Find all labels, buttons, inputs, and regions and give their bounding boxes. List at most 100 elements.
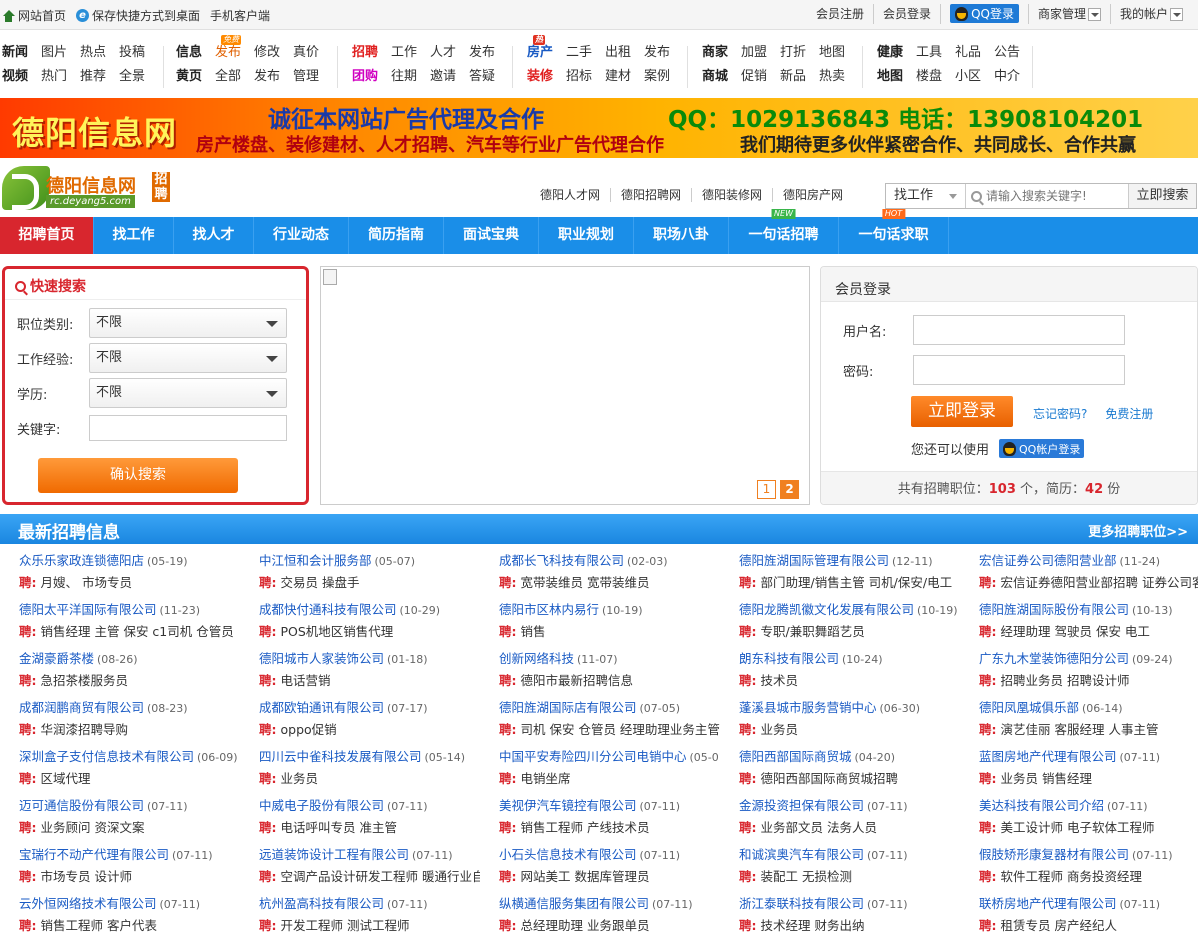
job-positions[interactable]: 专职/兼职舞蹈艺员	[761, 624, 865, 639]
nav-link[interactable]: 视频	[2, 68, 28, 85]
job-positions[interactable]: 招聘业务员 招聘设计师	[1001, 673, 1130, 688]
more-jobs-link[interactable]: 更多招聘职位>>	[1088, 521, 1188, 540]
company-link[interactable]: 金湖豪爵茶楼	[19, 651, 94, 666]
company-link[interactable]: 广东九木堂装饰德阳分公司	[979, 651, 1129, 666]
nav-link[interactable]: 热点	[80, 44, 106, 61]
nav-link[interactable]: 人才	[430, 44, 456, 61]
site-link[interactable]: 德阳装修网	[692, 188, 774, 202]
company-link[interactable]: 德阳凤凰城俱乐部	[979, 700, 1079, 715]
nav-link[interactable]: 邀请	[430, 68, 456, 85]
site-link[interactable]: 德阳房产网	[773, 188, 853, 202]
nav-link[interactable]: 招聘	[352, 44, 378, 61]
nav-link[interactable]: 楼盘	[916, 68, 942, 85]
company-link[interactable]: 联桥房地产代理有限公司	[979, 896, 1117, 911]
education-select[interactable]: 不限	[89, 378, 287, 408]
job-positions[interactable]: 交易员 操盘手	[281, 575, 360, 590]
company-link[interactable]: 成都长飞科技有限公司	[499, 553, 624, 568]
job-positions[interactable]: 电销坐席	[521, 771, 571, 786]
company-link[interactable]: 朗东科技有限公司	[739, 651, 839, 666]
nav-link[interactable]: 中介	[994, 68, 1020, 85]
job-positions[interactable]: 业务员	[761, 722, 799, 737]
username-field[interactable]	[913, 315, 1125, 345]
nav-link[interactable]: 全部	[215, 68, 241, 85]
nav-link[interactable]: 推荐	[80, 68, 106, 85]
nav-link[interactable]: 发布	[644, 44, 670, 61]
nav-link[interactable]: 投稿	[119, 44, 145, 61]
job-positions[interactable]: 租赁专员 房产经纪人	[1001, 918, 1117, 933]
nav-link[interactable]: 管理	[293, 68, 319, 85]
site-logo[interactable]: 德阳信息网 招聘 rc.deyang5.com	[2, 166, 172, 212]
nav-tab-industry[interactable]: 行业动态	[254, 217, 349, 254]
nav-tab-find-talent[interactable]: 找人才	[174, 217, 254, 254]
nav-link[interactable]: 新品	[780, 68, 806, 85]
nav-tab-find-job[interactable]: 找工作	[94, 217, 174, 254]
pager-button-active[interactable]: 2	[780, 480, 799, 499]
job-positions[interactable]: POS机地区销售代理	[281, 624, 394, 639]
company-link[interactable]: 创新网络科技	[499, 651, 574, 666]
forgot-password-link[interactable]: 忘记密码?	[1033, 405, 1087, 422]
company-link[interactable]: 美达科技有限公司介绍	[979, 798, 1104, 813]
nav-link[interactable]: 热门	[41, 68, 67, 85]
nav-link[interactable]: 礼品	[955, 44, 981, 61]
job-positions[interactable]: 电话呼叫专员 准主管	[281, 820, 397, 835]
company-link[interactable]: 迈可通信股份有限公司	[19, 798, 144, 813]
company-link[interactable]: 众乐乐家政连锁德阳店	[19, 553, 144, 568]
qq-login-button[interactable]: QQ登录	[950, 4, 1019, 23]
nav-link[interactable]: 装修	[527, 68, 553, 85]
job-positions[interactable]: 宏信证券德阳营业部招聘 证券公司客	[1001, 575, 1198, 590]
company-link[interactable]: 四川云中雀科技发展有限公司	[259, 749, 422, 764]
nav-link[interactable]: 地图	[877, 68, 903, 85]
job-positions[interactable]: 德阳西部国际商贸城招聘	[761, 771, 899, 786]
nav-tab-gossip[interactable]: 职场八卦	[634, 217, 729, 254]
job-positions[interactable]: 电话营销	[281, 673, 331, 688]
category-select[interactable]: 不限	[89, 308, 287, 338]
nav-tab-quick-seek[interactable]: HOT 一句话求职	[839, 209, 949, 254]
login-link[interactable]: 会员登录	[874, 4, 942, 24]
company-link[interactable]: 德阳太平洋国际有限公司	[19, 602, 157, 617]
job-positions[interactable]: 美工设计师 电子软体工程师	[1001, 820, 1155, 835]
job-positions[interactable]: 德阳市最新招聘信息	[521, 673, 634, 688]
job-positions[interactable]: 总经理助理 业务跟单员	[521, 918, 650, 933]
job-positions[interactable]: 经理助理 驾驶员 保安 电工	[1001, 624, 1150, 639]
job-positions[interactable]: 销售工程师 客户代表	[41, 918, 157, 933]
job-positions[interactable]: 月嫂、 市场专员	[41, 575, 132, 590]
nav-link[interactable]: 商家	[702, 44, 728, 61]
job-positions[interactable]: 急招茶楼服务员	[41, 673, 129, 688]
nav-link[interactable]: 商城	[702, 68, 728, 85]
nav-tab-resume-guide[interactable]: 简历指南	[349, 217, 444, 254]
company-link[interactable]: 金源投资担保有限公司	[739, 798, 864, 813]
job-positions[interactable]: 部门助理/销售主管 司机/保安/电工	[761, 575, 953, 590]
free-register-link[interactable]: 免费注册	[1105, 405, 1153, 422]
company-link[interactable]: 中江恒和会计服务部	[259, 553, 372, 568]
job-positions[interactable]: 网站美工 数据库管理员	[521, 869, 650, 884]
nav-link[interactable]: 免费 发布	[215, 35, 241, 61]
experience-select[interactable]: 不限	[89, 343, 287, 373]
my-account-menu[interactable]: 我的帐户	[1111, 4, 1192, 24]
company-link[interactable]: 中国平安寿险四川分公司电销中心	[499, 749, 687, 764]
nav-link[interactable]: 出租	[605, 44, 631, 61]
save-shortcut-link[interactable]: e 保存快捷方式到桌面	[76, 7, 200, 24]
keyword-input[interactable]	[89, 415, 287, 441]
nav-link[interactable]: 往期	[391, 68, 417, 85]
company-link[interactable]: 蓬溪县城市服务营销中心	[739, 700, 877, 715]
nav-link[interactable]: 小区	[955, 68, 981, 85]
merchant-menu[interactable]: 商家管理	[1029, 4, 1111, 24]
company-link[interactable]: 德阳旌湖国际股份有限公司	[979, 602, 1129, 617]
nav-link[interactable]: 工具	[916, 44, 942, 61]
company-link[interactable]: 宏信证券公司德阳营业部	[979, 553, 1117, 568]
company-link[interactable]: 成都润鹏商贸有限公司	[19, 700, 144, 715]
company-link[interactable]: 美视伊汽车镜控有限公司	[499, 798, 637, 813]
company-link[interactable]: 宝瑞行不动产代理有限公司	[19, 847, 169, 862]
job-positions[interactable]: 司机 保安 仓管员 经理助理业务主管	[521, 722, 720, 737]
company-link[interactable]: 中威电子股份有限公司	[259, 798, 384, 813]
nav-link[interactable]: 黄页	[176, 68, 202, 85]
company-link[interactable]: 云外恒网络技术有限公司	[19, 896, 157, 911]
job-positions[interactable]: 软件工程师 商务投资经理	[1001, 869, 1142, 884]
nav-link[interactable]: 全景	[119, 68, 145, 85]
company-link[interactable]: 成都欧铂通讯有限公司	[259, 700, 384, 715]
company-link[interactable]: 德阳市区林内易行	[499, 602, 599, 617]
job-positions[interactable]: 技术经理 财务出纳	[761, 918, 865, 933]
company-link[interactable]: 浙江泰联科技有限公司	[739, 896, 864, 911]
job-positions[interactable]: 市场专员 设计师	[41, 869, 132, 884]
job-positions[interactable]: 开发工程师 测试工程师	[281, 918, 410, 933]
